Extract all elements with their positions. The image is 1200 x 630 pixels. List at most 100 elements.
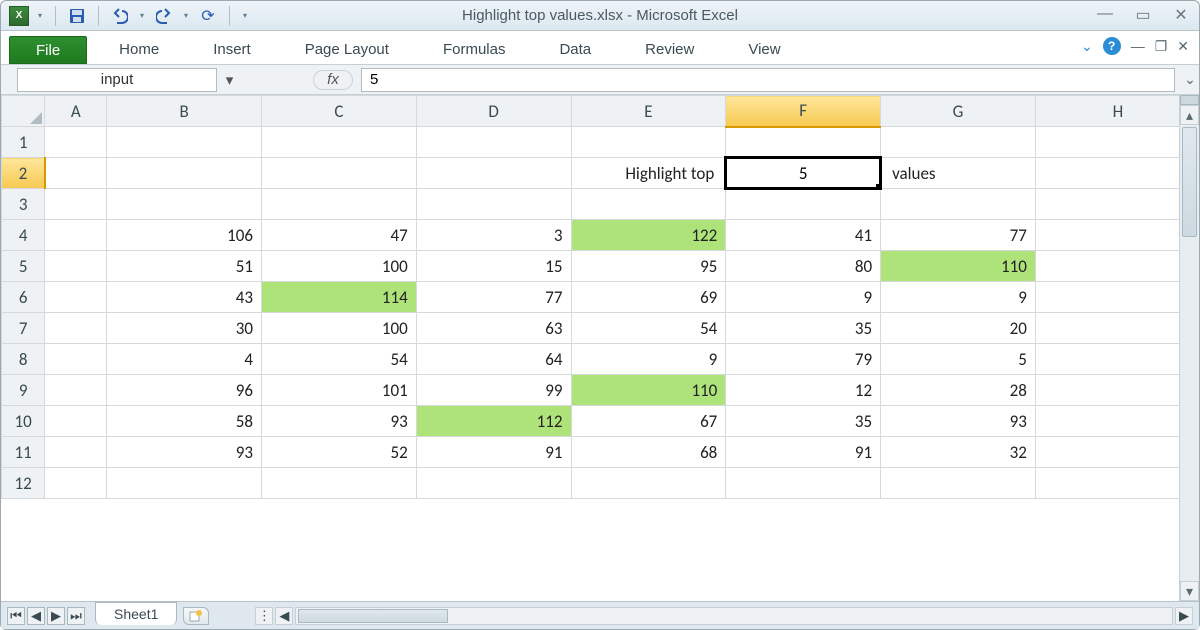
cell-D3[interactable] <box>416 189 571 220</box>
cell-B7[interactable]: 30 <box>107 313 262 344</box>
cell-C5[interactable]: 100 <box>262 251 417 282</box>
cell-D2[interactable] <box>416 158 571 189</box>
hscroll-thumb[interactable] <box>298 609 448 623</box>
cell-C8[interactable]: 54 <box>262 344 417 375</box>
qat-customize-icon[interactable]: ▾ <box>240 11 250 20</box>
cell-F1[interactable] <box>726 127 881 158</box>
cell-B12[interactable] <box>107 468 262 499</box>
row-header-8[interactable]: 8 <box>2 344 45 375</box>
cell-D4[interactable]: 3 <box>416 220 571 251</box>
cell-H2[interactable] <box>1035 158 1179 189</box>
cell-C1[interactable] <box>262 127 417 158</box>
cell-D12[interactable] <box>416 468 571 499</box>
cell-E7[interactable]: 54 <box>571 313 726 344</box>
cell-F8[interactable]: 79 <box>726 344 881 375</box>
cell-G8[interactable]: 5 <box>881 344 1036 375</box>
redo-dropdown-icon[interactable]: ▾ <box>181 11 191 20</box>
workbook-minimize-button[interactable]: — <box>1131 38 1145 54</box>
cell-A3[interactable] <box>45 189 107 220</box>
cell-C11[interactable]: 52 <box>262 437 417 468</box>
close-button[interactable]: ✕ <box>1171 5 1191 25</box>
workbook-restore-button[interactable]: ❐ <box>1155 38 1168 55</box>
horizontal-scrollbar[interactable]: ⋮ ◀ ▶ <box>255 607 1193 625</box>
row-header-2[interactable]: 2 <box>2 158 45 189</box>
cell-A10[interactable] <box>45 406 107 437</box>
select-all-corner[interactable] <box>2 96 45 127</box>
cell-E11[interactable]: 68 <box>571 437 726 468</box>
cell-H8[interactable] <box>1035 344 1179 375</box>
new-sheet-button[interactable] <box>183 607 209 625</box>
hscroll-track[interactable] <box>295 607 1173 625</box>
cell-E4[interactable]: 122 <box>571 220 726 251</box>
row-header-12[interactable]: 12 <box>2 468 45 499</box>
vertical-scrollbar[interactable]: ▴ ▾ <box>1179 95 1199 601</box>
cell-D10[interactable]: 112 <box>416 406 571 437</box>
cell-C7[interactable]: 100 <box>262 313 417 344</box>
undo-button[interactable] <box>109 5 131 27</box>
row-header-5[interactable]: 5 <box>2 251 45 282</box>
insert-function-button[interactable]: fx <box>313 70 353 90</box>
cell-B10[interactable]: 58 <box>107 406 262 437</box>
cell-G1[interactable] <box>881 127 1036 158</box>
row-header-4[interactable]: 4 <box>2 220 45 251</box>
column-header-F[interactable]: F <box>726 96 881 127</box>
row-header-9[interactable]: 9 <box>2 375 45 406</box>
cell-H10[interactable] <box>1035 406 1179 437</box>
cell-F11[interactable]: 91 <box>726 437 881 468</box>
cell-B4[interactable]: 106 <box>107 220 262 251</box>
cell-C9[interactable]: 101 <box>262 375 417 406</box>
maximize-button[interactable]: ▭ <box>1133 5 1153 25</box>
cell-D1[interactable] <box>416 127 571 158</box>
cell-D9[interactable]: 99 <box>416 375 571 406</box>
cell-E6[interactable]: 69 <box>571 282 726 313</box>
cell-C10[interactable]: 93 <box>262 406 417 437</box>
cell-A5[interactable] <box>45 251 107 282</box>
cell-F4[interactable]: 41 <box>726 220 881 251</box>
name-box-dropdown-icon[interactable]: ▾ <box>220 68 238 92</box>
cell-B5[interactable]: 51 <box>107 251 262 282</box>
ribbon-minimize-icon[interactable]: ⌄ <box>1081 38 1093 55</box>
sheet-tab[interactable]: Sheet1 <box>95 602 177 625</box>
save-button[interactable] <box>66 5 88 27</box>
cell-E5[interactable]: 95 <box>571 251 726 282</box>
tab-insert[interactable]: Insert <box>195 35 269 64</box>
column-header-H[interactable]: H <box>1035 96 1179 127</box>
cell-A9[interactable] <box>45 375 107 406</box>
cell-B11[interactable]: 93 <box>107 437 262 468</box>
cell-H11[interactable] <box>1035 437 1179 468</box>
cell-G5[interactable]: 110 <box>881 251 1036 282</box>
cell-C4[interactable]: 47 <box>262 220 417 251</box>
cell-H12[interactable] <box>1035 468 1179 499</box>
cell-F3[interactable] <box>726 189 881 220</box>
sheet-nav-next[interactable]: ▶ <box>47 607 65 625</box>
cell-B1[interactable] <box>107 127 262 158</box>
cell-G4[interactable]: 77 <box>881 220 1036 251</box>
cell-A12[interactable] <box>45 468 107 499</box>
cell-C2[interactable] <box>262 158 417 189</box>
cell-B9[interactable]: 96 <box>107 375 262 406</box>
cell-E1[interactable] <box>571 127 726 158</box>
tab-review[interactable]: Review <box>627 35 712 64</box>
cell-G6[interactable]: 9 <box>881 282 1036 313</box>
workbook-close-button[interactable]: ✕ <box>1177 38 1189 55</box>
cell-G3[interactable] <box>881 189 1036 220</box>
cell-A8[interactable] <box>45 344 107 375</box>
cell-A4[interactable] <box>45 220 107 251</box>
undo-dropdown-icon[interactable]: ▾ <box>137 11 147 20</box>
cell-F7[interactable]: 35 <box>726 313 881 344</box>
tab-formulas[interactable]: Formulas <box>425 35 524 64</box>
cell-G11[interactable]: 32 <box>881 437 1036 468</box>
cell-B3[interactable] <box>107 189 262 220</box>
cell-G9[interactable]: 28 <box>881 375 1036 406</box>
row-header-6[interactable]: 6 <box>2 282 45 313</box>
repeat-button[interactable]: ⟳ <box>197 5 219 27</box>
cell-B2[interactable] <box>107 158 262 189</box>
cell-C6[interactable]: 114 <box>262 282 417 313</box>
split-handle[interactable] <box>1180 95 1199 105</box>
cell-D11[interactable]: 91 <box>416 437 571 468</box>
cell-C3[interactable] <box>262 189 417 220</box>
cell-H9[interactable] <box>1035 375 1179 406</box>
name-box[interactable]: input ▾ <box>17 68 217 92</box>
cell-H1[interactable] <box>1035 127 1179 158</box>
excel-logo-icon[interactable]: X <box>9 6 29 26</box>
